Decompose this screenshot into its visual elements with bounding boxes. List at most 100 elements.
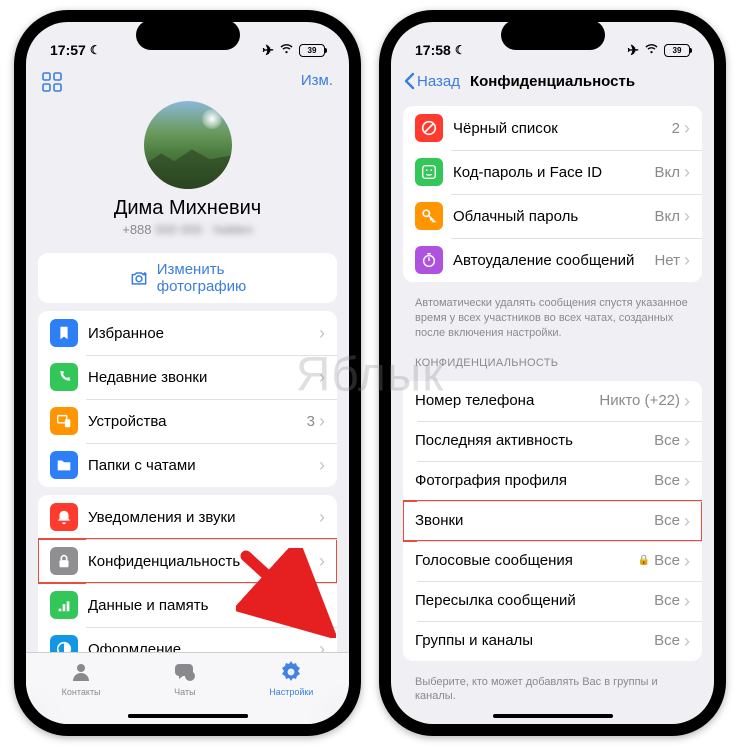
settings-row[interactable]: Код-пароль и Face IDВкл›: [403, 150, 702, 194]
avatar[interactable]: [144, 101, 232, 189]
settings-row[interactable]: Устройства3›: [38, 399, 337, 443]
timer-icon: [415, 246, 443, 274]
settings-row[interactable]: ЗвонкиВсе›: [403, 501, 702, 541]
airplane-icon: ✈: [262, 42, 274, 59]
settings-row[interactable]: Пересылка сообщенийВсе›: [403, 581, 702, 621]
settings-row[interactable]: Избранное›: [38, 311, 337, 355]
chevron-right-icon: ›: [684, 632, 690, 650]
settings-row[interactable]: Данные и память›: [38, 583, 337, 627]
settings-row[interactable]: Группы и каналыВсе›: [403, 621, 702, 661]
folder-icon: [50, 451, 78, 479]
row-label: Облачный пароль: [453, 208, 655, 225]
row-label: Чёрный список: [453, 120, 672, 137]
row-value: Все: [654, 512, 680, 529]
settings-row[interactable]: Недавние звонки›: [38, 355, 337, 399]
wifi-icon: [279, 42, 294, 58]
change-photo-label: Изменить фотографию: [157, 261, 247, 295]
dynamic-island: [501, 20, 605, 50]
phone-icon: [50, 363, 78, 391]
dynamic-island: [136, 20, 240, 50]
theme-icon: [50, 635, 78, 652]
profile-header: Дима Михневич +888 000 000 · hidden: [26, 101, 349, 245]
chevron-right-icon: ›: [684, 512, 690, 530]
settings-row[interactable]: Облачный парольВкл›: [403, 194, 702, 238]
block-icon: [415, 114, 443, 142]
chevron-right-icon: ›: [684, 592, 690, 610]
key-icon: [415, 202, 443, 230]
row-value: Все: [654, 472, 680, 489]
chevron-right-icon: ›: [319, 508, 325, 526]
tab-contact[interactable]: Контакты: [62, 659, 101, 724]
chevron-right-icon: ›: [684, 472, 690, 490]
chevron-right-icon: ›: [684, 251, 690, 269]
chevron-right-icon: ›: [319, 640, 325, 652]
section-footer: Выберите, кто может добавлять Вас в груп…: [391, 669, 714, 707]
row-value: Все: [654, 592, 680, 609]
profile-name: Дима Михневич: [42, 197, 333, 220]
contact-icon: [68, 659, 94, 685]
settings-row[interactable]: Фотография профиляВсе›: [403, 461, 702, 501]
faceid-icon: [415, 158, 443, 186]
row-value: Вкл: [655, 164, 681, 181]
wifi-icon: [644, 42, 659, 58]
back-button[interactable]: Назад: [403, 72, 460, 90]
chevron-right-icon: ›: [319, 456, 325, 474]
settings-row[interactable]: Голосовые сообщения🔒 Все›: [403, 541, 702, 581]
devices-icon: [50, 407, 78, 435]
settings-row[interactable]: Чёрный список2›: [403, 106, 702, 150]
row-label: Группы и каналы: [415, 632, 654, 649]
settings-row[interactable]: Конфиденциальность›: [38, 539, 337, 583]
nav-title: Конфиденциальность: [470, 73, 635, 90]
nav-bar: Назад Конфиденциальность: [391, 66, 714, 98]
row-label: Недавние звонки: [88, 369, 319, 386]
chevron-right-icon: ›: [684, 207, 690, 225]
gear-icon: [278, 659, 304, 685]
qr-button[interactable]: [42, 72, 62, 97]
row-label: Код-пароль и Face ID: [453, 164, 655, 181]
chevron-right-icon: ›: [684, 552, 690, 570]
settings-row[interactable]: Оформление›: [38, 627, 337, 652]
chevron-right-icon: ›: [319, 596, 325, 614]
edit-button[interactable]: Изм.: [301, 72, 333, 97]
row-value: Вкл: [655, 208, 681, 225]
chevron-right-icon: ›: [319, 552, 325, 570]
battery-icon: 39: [299, 44, 325, 57]
row-value: Все: [654, 552, 680, 569]
row-label: Избранное: [88, 325, 319, 342]
settings-row[interactable]: Папки с чатами›: [38, 443, 337, 487]
row-label: Голосовые сообщения: [415, 552, 638, 569]
chevron-right-icon: ›: [684, 163, 690, 181]
chats-icon: [172, 659, 198, 685]
row-value: Нет: [654, 252, 680, 269]
status-time: 17:58: [415, 42, 451, 58]
do-not-disturb-icon: ☾: [90, 43, 101, 57]
chevron-right-icon: ›: [684, 432, 690, 450]
row-label: Пересылка сообщений: [415, 592, 654, 609]
chevron-right-icon: ›: [684, 119, 690, 137]
home-indicator: [128, 714, 248, 718]
row-label: Конфиденциальность: [88, 553, 319, 570]
airplane-icon: ✈: [627, 42, 639, 59]
change-photo-button[interactable]: Изменить фотографию: [38, 253, 337, 303]
row-value: Все: [654, 632, 680, 649]
row-label: Оформление: [88, 641, 319, 653]
settings-row[interactable]: Последняя активностьВсе›: [403, 421, 702, 461]
settings-row[interactable]: Номер телефонаНикто (+22)›: [403, 381, 702, 421]
section-footer: Автоматически удалять сообщения спустя у…: [391, 290, 714, 343]
battery-icon: 39: [664, 44, 690, 57]
lock-icon: 🔒: [638, 555, 650, 566]
row-label: Номер телефона: [415, 392, 599, 409]
row-value: Все: [654, 432, 680, 449]
row-label: Папки с чатами: [88, 457, 319, 474]
tab-gear[interactable]: Настройки: [269, 659, 313, 724]
row-label: Данные и память: [88, 597, 319, 614]
tab-label: Настройки: [269, 687, 313, 697]
chevron-right-icon: ›: [684, 392, 690, 410]
row-value: 2: [672, 120, 680, 137]
do-not-disturb-icon: ☾: [455, 43, 466, 57]
tab-label: Контакты: [62, 687, 101, 697]
row-label: Уведомления и звуки: [88, 509, 319, 526]
settings-row[interactable]: Автоудаление сообщенийНет›: [403, 238, 702, 282]
settings-row[interactable]: Уведомления и звуки›: [38, 495, 337, 539]
data-icon: [50, 591, 78, 619]
